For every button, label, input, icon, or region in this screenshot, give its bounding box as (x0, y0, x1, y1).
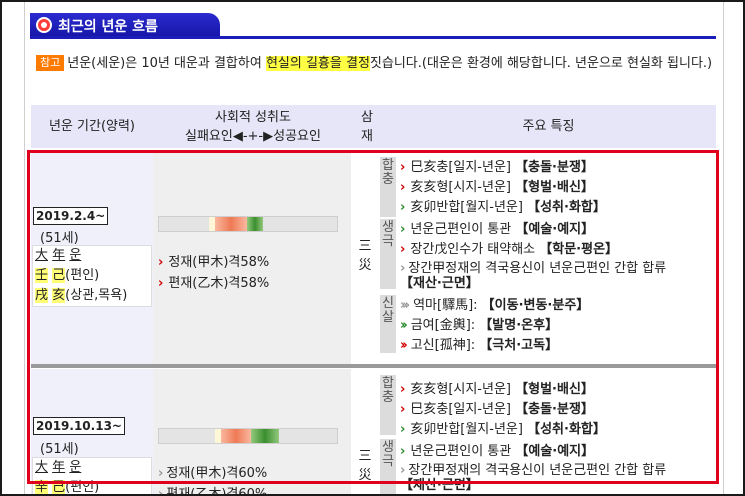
success-score-2: › 편재(乙木)격60% (158, 487, 268, 496)
section-title: 최근의 년운 흐름 (58, 19, 158, 35)
success-bar (158, 428, 338, 444)
header-samjae: 삼 재 (361, 109, 373, 144)
note-text-before: 년운(세운)은 10년 대운과 결합하여 (67, 56, 266, 71)
feature-item: › 년운己편인이 통관 【예술·예지】 (400, 444, 595, 459)
feature-item: › 巳亥충[일지-년운] 【충돌·분쟁】 (400, 160, 594, 175)
samjae-mark: 三 災 (358, 239, 372, 273)
red-arrow-icon: › (158, 276, 164, 291)
ganji-head-1: 大 (35, 248, 49, 263)
feature-item: › 년운己편인이 통관 【예술·예지】 (400, 222, 595, 237)
group-label-sinsal: 신살 (380, 295, 396, 353)
success-score-1: › 정재(甲木)격60% (158, 466, 268, 481)
page-frame: 최근의 년운 흐름 참고 년운(세운)은 10년 대운과 결합하여 현실의 길흉을… (0, 0, 745, 496)
feature-item: › 亥卯반합[월지-년운] 【성취·화합】 (400, 422, 606, 437)
feature-item: › 亥卯반합[월지-년운] 【성취·화합】 (400, 200, 606, 215)
feature-item: › 亥亥형[시지-년운] 【형벌·배신】 (400, 180, 594, 195)
ganji-box: 大 年 운 辛 己(편인) (32, 457, 152, 494)
feature-item: 【재산·근면】 (400, 478, 479, 493)
note-tag: 참고 (36, 55, 65, 71)
success-bar (158, 216, 338, 232)
period-date: 2019.2.4~ (33, 207, 109, 225)
ganji-stem-role: (편인) (65, 268, 100, 283)
feature-item: › 巳亥충[일지-년운] 【충돌·분쟁】 (400, 402, 594, 417)
header-success: 사회적 성취도 실패요인◀-+-▶성공요인 (153, 105, 353, 148)
ganji-branch-role: (상관,목욕) (65, 288, 128, 303)
group-label-hapchung: 합충 (380, 375, 396, 435)
group-label-saenggeuk: 생극 (380, 439, 396, 494)
header-success-title: 사회적 성취도 (215, 109, 291, 125)
row-separator (31, 364, 716, 368)
ganji-branch-year: 亥 (52, 288, 66, 303)
ganji-box: 大 年 운 壬 己(편인) 戌 亥(상관,목욕) (32, 245, 152, 307)
header-features: 주요 특징 (522, 119, 575, 134)
feature-item: ›› 금여[金輿]: 【발명·온후】 (400, 318, 559, 333)
note-text-after: 짓습니다.(대운은 환경에 해당합니다. 년운으로 현실화 됩니다.) (369, 56, 713, 71)
circle-bullet-icon (36, 17, 52, 33)
header-success-scale: 실패요인◀-+-▶성공요인 (185, 128, 321, 144)
feature-item: ››› 역마[驛馬]: 【이동·변동·분주】 (400, 298, 590, 313)
period-age: (51세) (40, 442, 79, 457)
feature-item: › 장간戊인수가 태약해소 【학문·평온】 (400, 242, 619, 257)
table-header-row: 년운 기간(양력) 사회적 성취도 실패요인◀-+-▶성공요인 삼 재 주요 특… (31, 105, 716, 148)
ganji-head-3: 운 (69, 248, 82, 263)
reference-note: 참고 년운(세운)은 10년 대운과 결합하여 현실의 길흉을 결정짓습니다.(대… (36, 52, 716, 76)
group-label-saenggeuk: 생극 (380, 219, 396, 289)
ganji-stem-year: 己 (52, 268, 66, 283)
ganji-stem-dae: 壬 (35, 268, 49, 283)
ganji-head-2: 年 (52, 248, 66, 263)
period-date: 2019.10.13~ (33, 417, 125, 435)
ganji-branch-dae: 戌 (35, 288, 49, 303)
note-highlight: 현실의 길흉을 결정 (265, 56, 370, 71)
feature-item: ›› 고신[孤神]: 【극처·고독】 (400, 338, 559, 353)
group-label-hapchung: 합충 (380, 157, 396, 217)
section-header: 최근의 년운 흐름 (30, 13, 716, 39)
success-score-2: › 편재(乙木)격58% (158, 276, 270, 291)
feature-item: › 亥亥형[시지-년운] 【형벌·배신】 (400, 382, 594, 397)
samjae-mark: 三 災 (358, 449, 372, 483)
success-score-1: › 정재(甲木)격58% (158, 255, 270, 270)
section-header-underline (30, 36, 716, 39)
header-period: 년운 기간(양력) (48, 119, 136, 134)
red-arrow-icon: › (158, 255, 164, 270)
period-age: (51세) (40, 231, 79, 246)
feature-item: 【재산·근면】 (400, 276, 479, 291)
